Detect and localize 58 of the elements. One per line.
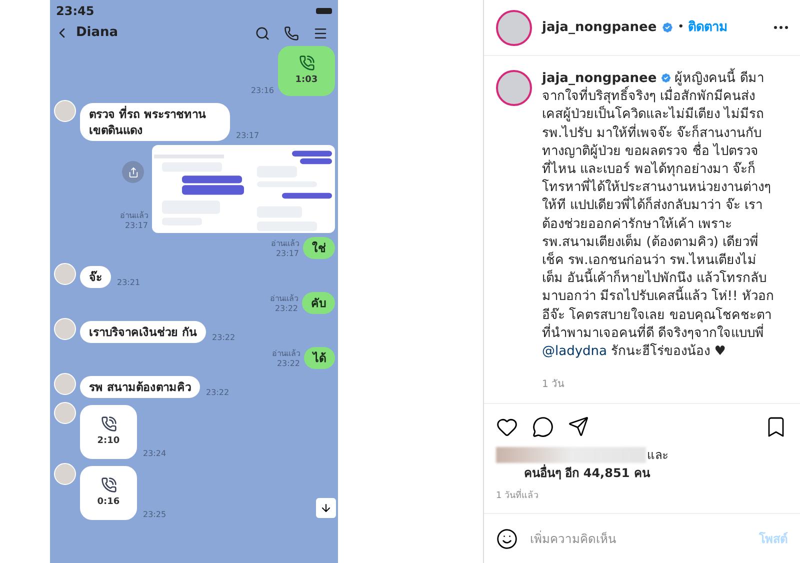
read-receipt: อ่านแล้ว bbox=[120, 211, 148, 221]
message-bubble: คับ bbox=[302, 292, 335, 314]
avatar bbox=[54, 100, 76, 122]
avatar bbox=[54, 263, 76, 285]
message-bubble: ตรวจ ที่รถ พระราชทาน เขตดินแดง bbox=[80, 103, 230, 141]
call-duration: 1:03 bbox=[295, 74, 318, 87]
comment-icon bbox=[532, 416, 554, 438]
username-link[interactable]: jaja_nongpanee bbox=[542, 18, 657, 38]
caption-age: 1 วัน bbox=[542, 378, 566, 392]
read-receipt: อ่านแล้ว bbox=[271, 239, 299, 249]
separator-dot: • bbox=[678, 19, 684, 36]
message-time: 23:24 bbox=[143, 449, 166, 459]
search-icon bbox=[255, 26, 270, 40]
message-time: 23:17 bbox=[276, 249, 299, 259]
caption: jaja_nongpanee ผู้หญิงคนนี้ ดีมาจากใจที่บริสุทธิ์จริงๆ เมื่อสักพักมีคนส่งเคสผู้ป่วยเป็นโควิดและไม่มีเตียง ไม่มีรถ รพ.ไปรับ มาให้ที่เพจจ๊ะ จ๊ะก็สานงานกับทางญาติผู้ป่วย ขอผลตรวจ ชื่อ ไปตรวจที่ไหน และเบอร์ พอได้ทุกอย่างมา จ๊ะก็โทรหาพี่ได้ให้ประสานงานหน่วยงานต่างๆให้ที แปปเดียวพี่ได้ก็ส่งกลับมาว่า จ๊ะ เราต้องช่วยออกค่ารักษาให้เค้า เพราะ รพ.สนามเตียงเต็ม (ต้องตามคิว) เดียวพี่เช็ค รพ.เอกชนก่อนว่า รพ.ไหนเตียงไม่เต็ม อันนี้เค้าก็หายไปพักนึง แล้วโทรกลับมาบอกว่า มีรถไปรับเคสนี้แล้ว โห่!! หัวอกอีจ๊ะ โคตรสบายใจเลย ขอบคุณโชคชะตาที่นำพามาเจอคนที่ดี ดีจริงๆจากใจแบบพี่ @ladydna รักนะฮีโร่ของน้อง ♥ bbox=[542, 70, 774, 362]
call-duration: 2:10 bbox=[97, 434, 120, 448]
more-icon[interactable] bbox=[774, 26, 788, 29]
status-time: 23:45 bbox=[56, 3, 94, 20]
message-time: 23:22 bbox=[276, 359, 300, 369]
likes-and: และ bbox=[647, 446, 668, 464]
message-time: 23:21 bbox=[117, 278, 140, 288]
chat-title: Diana bbox=[76, 24, 118, 42]
avatar bbox=[496, 70, 532, 106]
likes-count: คนอื่นๆ อีก 44,851 คน bbox=[523, 464, 652, 482]
avatar bbox=[54, 373, 76, 395]
message-bubble: จ๊ะ bbox=[80, 266, 111, 288]
message-bubble: รพ สนามต้องตามคิว bbox=[80, 376, 200, 398]
message-bubble: ใช่ bbox=[303, 237, 335, 259]
avatar bbox=[54, 463, 76, 485]
avatar bbox=[54, 318, 76, 340]
read-receipt: อ่านแล้ว bbox=[270, 294, 298, 304]
message-time: 23:22 bbox=[212, 333, 236, 343]
comment-field[interactable]: เพิ่มความคิดเห็น bbox=[530, 530, 747, 548]
share-icon bbox=[128, 166, 138, 178]
read-receipt: อ่านแล้ว bbox=[272, 349, 300, 359]
message-time: 23:25 bbox=[143, 510, 166, 520]
post-date: 1 วันที่แล้ว bbox=[496, 490, 540, 502]
call-duration: 0:16 bbox=[97, 496, 120, 509]
phone-icon bbox=[284, 26, 299, 40]
menu-icon bbox=[313, 26, 328, 40]
phone-call-icon bbox=[298, 54, 314, 71]
message-time: 23:22 bbox=[206, 388, 230, 398]
message-time: 23:22 bbox=[274, 304, 298, 314]
message-bubble: ได้ bbox=[304, 347, 335, 369]
share-icon bbox=[568, 416, 589, 437]
scroll-down-button[interactable] bbox=[316, 498, 336, 518]
message-bubble: เราบริจาคเงินช่วย กัน bbox=[80, 321, 206, 343]
emoji-icon bbox=[496, 528, 518, 550]
message-time: 23:16 bbox=[250, 86, 274, 96]
phone-call-icon bbox=[100, 416, 116, 432]
share-button[interactable] bbox=[122, 161, 144, 183]
avatar bbox=[54, 402, 76, 424]
message-time: 23:17 bbox=[124, 221, 148, 231]
avatar bbox=[496, 10, 532, 46]
phone-call-icon bbox=[100, 476, 116, 493]
arrow-down-icon bbox=[320, 502, 332, 514]
mention-link[interactable]: @ladydna bbox=[542, 344, 607, 360]
message-time: 23:17 bbox=[236, 131, 260, 141]
